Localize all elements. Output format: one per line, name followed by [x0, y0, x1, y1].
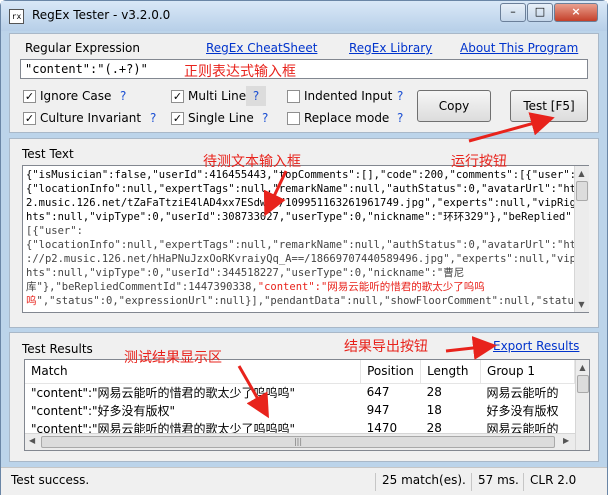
elapsed-time: 57 ms. [471, 473, 519, 491]
annotation-arrows [237, 112, 555, 419]
arrow-to-export [445, 336, 497, 360]
status-message: Test success. [11, 473, 90, 487]
clr-version: CLR 2.0 [523, 473, 576, 491]
status-bar: Test success. 25 match(es). 57 ms. CLR 2… [1, 467, 607, 495]
app-window: rx RegEx Tester - v3.2.0.0 – □ × Regular… [0, 0, 608, 495]
arrow-to-text-input [263, 170, 288, 217]
match-count: 25 match(es). [375, 473, 466, 491]
arrow-to-results [237, 365, 269, 419]
arrow-to-test-button [468, 112, 555, 143]
